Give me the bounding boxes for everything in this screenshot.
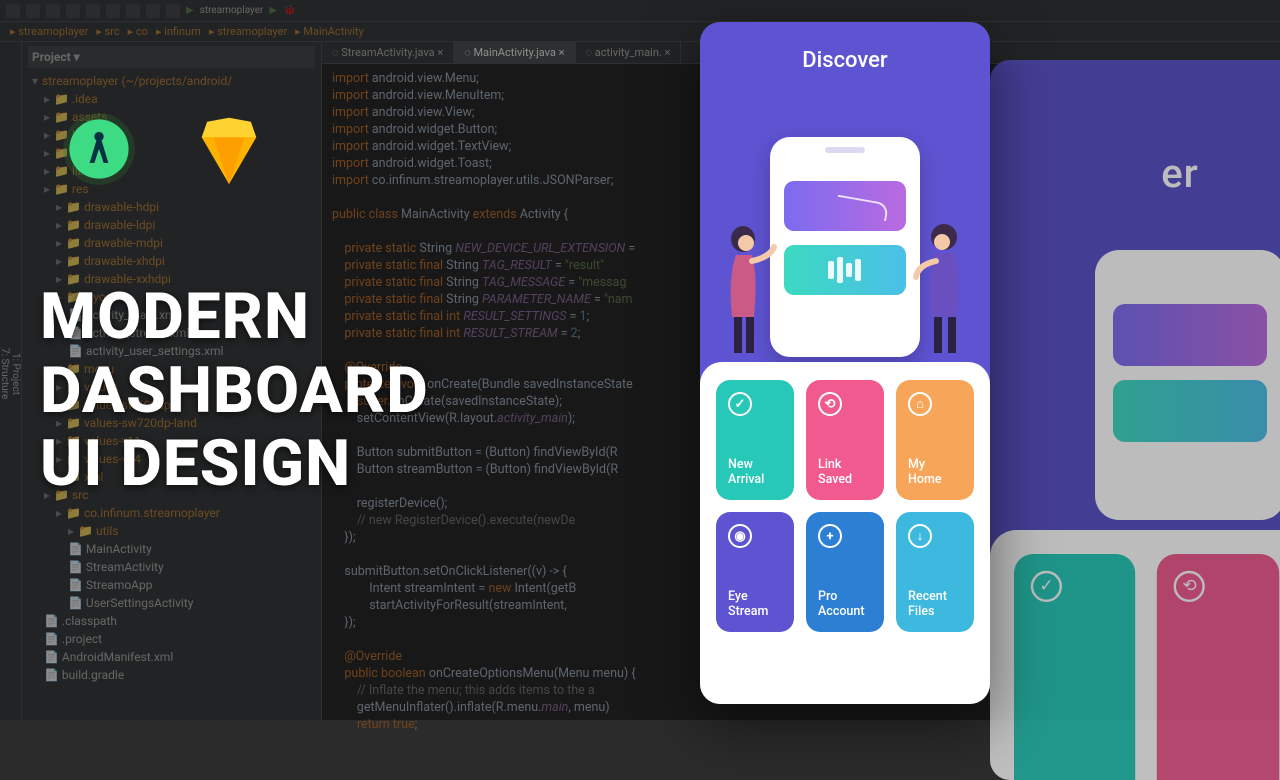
breadcrumb: ▸ streamoplayer ▸ src ▸ co ▸ infinum ▸ s… [0, 22, 1280, 42]
tree-file[interactable]: 📄 AndroidManifest.xml [28, 648, 315, 666]
dashboard-tile[interactable]: ⌂ MyHome [896, 380, 974, 500]
android-studio-logo-icon [60, 110, 138, 188]
tree-file[interactable]: 📄 .project [28, 630, 315, 648]
ide-sidebar-rail: 1: Project7: Structure [0, 42, 22, 720]
tree-dir[interactable]: ▸📁 drawable-ldpi [28, 216, 315, 234]
editor-tab[interactable]: ◌ StreamActivity.java × [322, 42, 454, 63]
tile-label: RecentFiles [908, 589, 962, 620]
tile-label: EyeStream [728, 589, 782, 620]
tile-icon: ✓ [1031, 571, 1062, 602]
dashboard-tile[interactable]: ✓Arrival [1014, 554, 1136, 780]
tree-dir[interactable]: ▸📁 drawable-mdpi [28, 234, 315, 252]
headline-text: MODERN DASHBOARD UI DESIGN [40, 280, 429, 501]
editor-tab[interactable]: ◌ activity_main. × [576, 42, 682, 63]
tree-file[interactable]: 📄 UserSettingsActivity [28, 594, 315, 612]
tile-icon: ⟲ [1174, 571, 1205, 602]
tile-label: NewArrival [728, 457, 782, 488]
tile-icon: ✓ [728, 392, 752, 416]
tree-dir[interactable]: ▸📁 co.infinum.streamoplayer [28, 504, 315, 522]
tree-header: Project ▾ [28, 46, 315, 68]
tree-file[interactable]: 📄 MainActivity [28, 540, 315, 558]
phone-mock-primary: Discover ✓ NewArrival ⟲ LinkSaved ⌂ MyHome ◉ Ey… [700, 22, 990, 704]
tree-dir[interactable]: ▸📁 drawable-xhdpi [28, 252, 315, 270]
dashboard-tile[interactable]: ⟲Saved [1157, 554, 1279, 780]
tree-file[interactable]: 📄 build.gradle [28, 666, 315, 684]
tree-dir[interactable]: ▸📁 drawable-hdpi [28, 198, 315, 216]
dashboard-tile[interactable]: ◉ EyeStream [716, 512, 794, 632]
tree-root[interactable]: ▾streamoplayer (~/projects/android/ [28, 72, 315, 90]
tile-icon: ◉ [728, 524, 752, 548]
tile-icon: ⟲ [818, 392, 842, 416]
phone-title: Discover [700, 22, 990, 87]
person-right-icon [912, 217, 982, 357]
hero-device-icon [770, 137, 920, 357]
dashboard-tile[interactable]: ⟲ LinkSaved [806, 380, 884, 500]
tile-icon: ↓ [908, 524, 932, 548]
phone-hero-illustration [700, 87, 990, 357]
tree-file[interactable]: 📄 StreamActivity [28, 558, 315, 576]
tile-icon: ⌂ [908, 392, 932, 416]
dashboard-tile[interactable]: ✓ NewArrival [716, 380, 794, 500]
editor-tab[interactable]: ◌ MainActivity.java × [454, 42, 575, 63]
tree-file[interactable]: 📄 .classpath [28, 612, 315, 630]
tile-label: MyHome [908, 457, 962, 488]
tree-file[interactable]: 📄 StreamoApp [28, 576, 315, 594]
tree-dir[interactable]: ▸📁 .idea [28, 90, 315, 108]
dashboard-tile[interactable]: ↓ RecentFiles [896, 512, 974, 632]
sketch-logo-icon [190, 110, 268, 188]
dashboard-tile[interactable]: + ProAccount [806, 512, 884, 632]
ide-toolbar: ▶streamoplayer ▶🐞 [0, 0, 1280, 22]
dashboard-sheet: ✓ NewArrival ⟲ LinkSaved ⌂ MyHome ◉ EyeStream + P… [700, 362, 990, 704]
tree-dir[interactable]: ▸📁 utils [28, 522, 315, 540]
tile-label: ProAccount [818, 589, 872, 620]
tile-icon: + [818, 524, 842, 548]
tile-label: LinkSaved [818, 457, 872, 488]
phone-mock-secondary: er ✓Arrival⟲Saved⌂MyHome [990, 60, 1280, 780]
person-left-icon [708, 217, 778, 357]
